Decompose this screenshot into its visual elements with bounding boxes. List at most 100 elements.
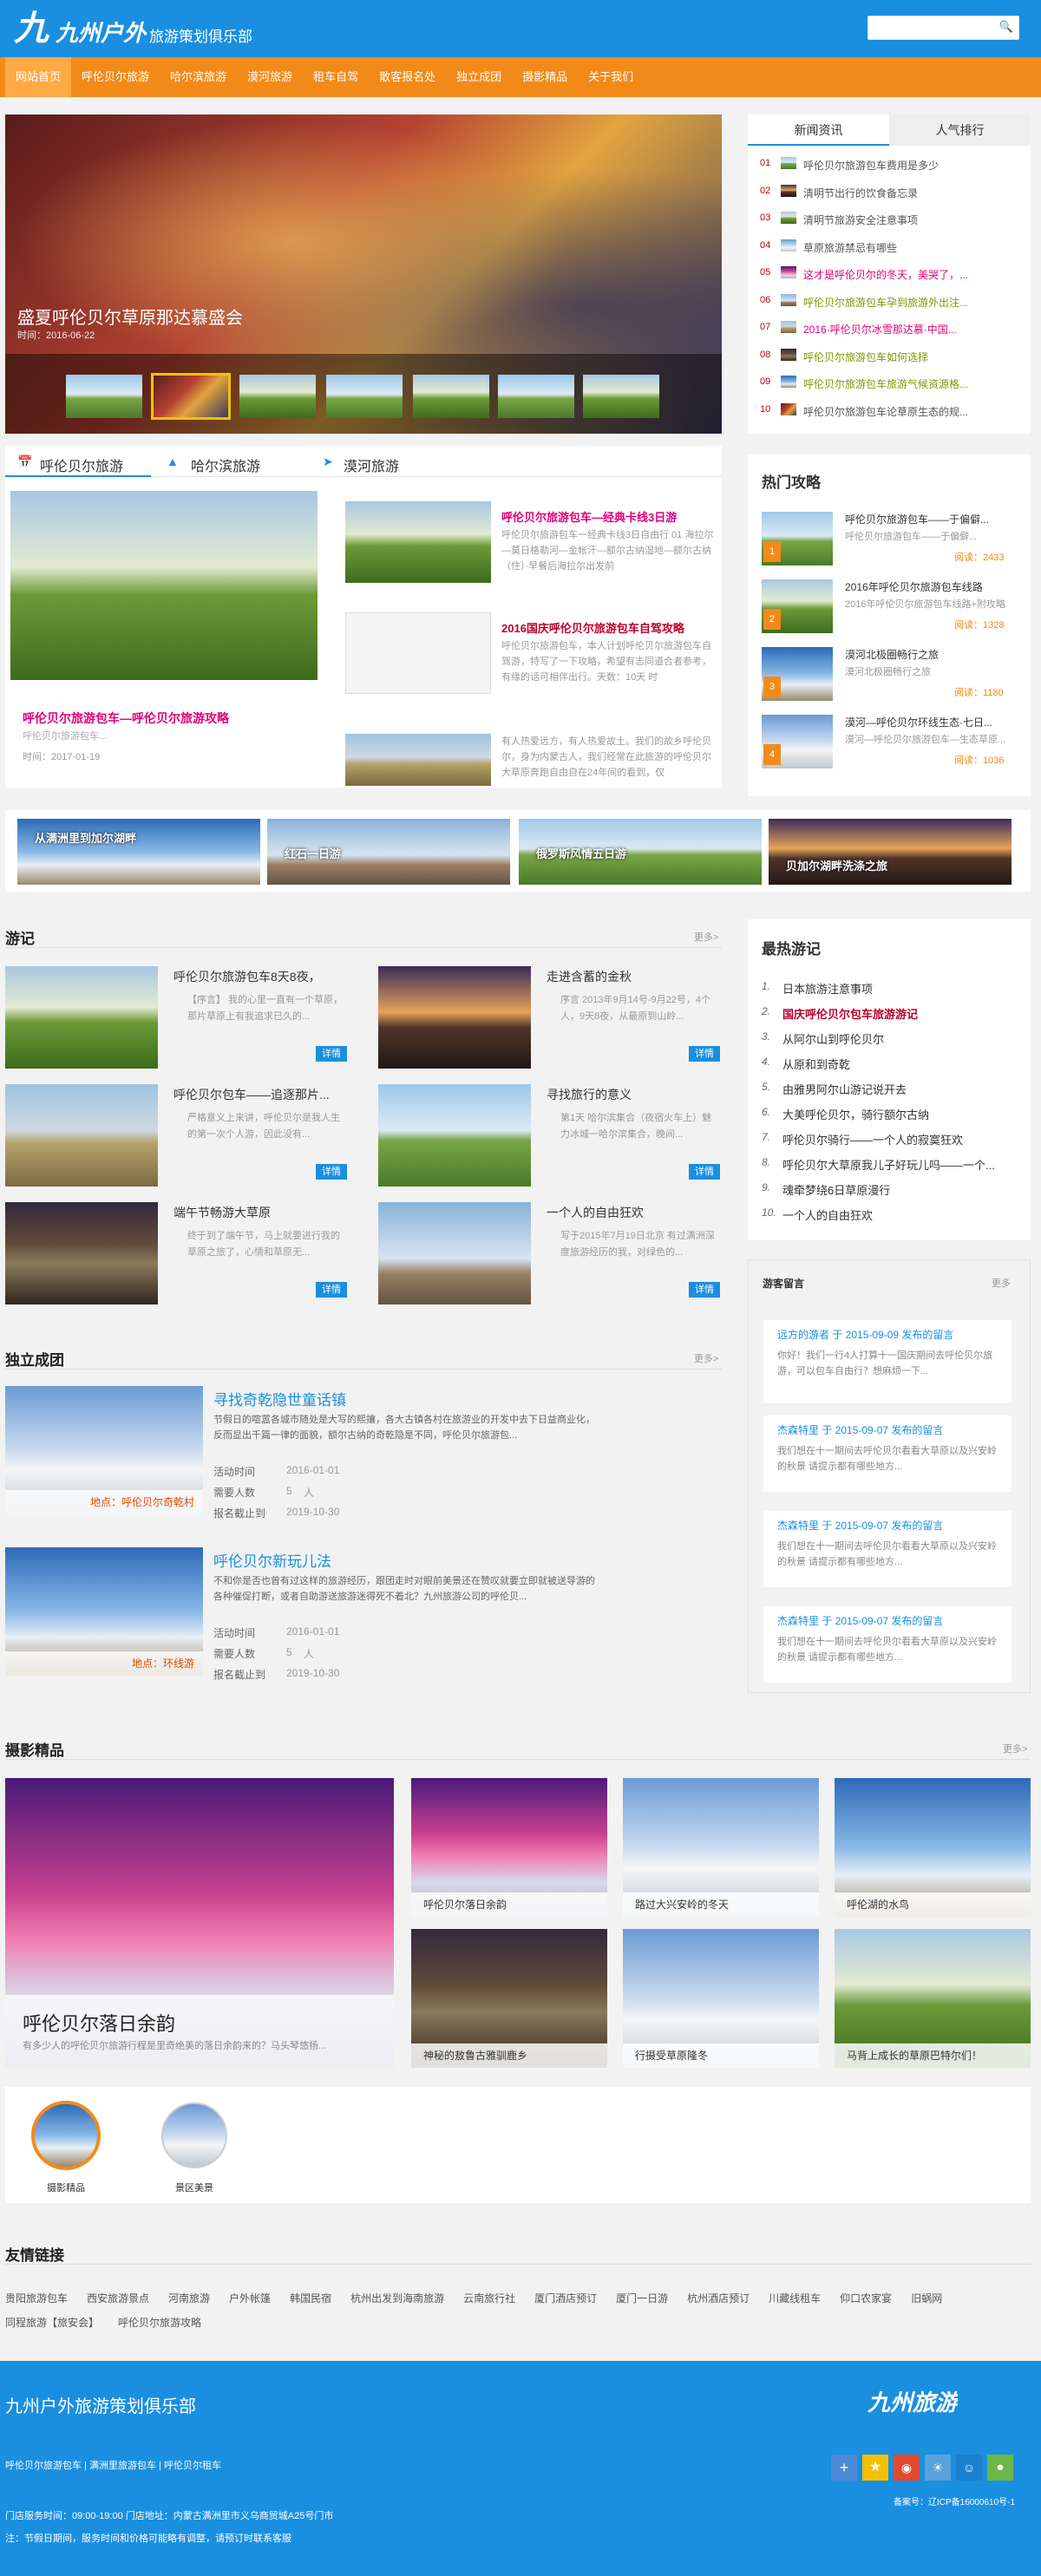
tour-thumb[interactable] xyxy=(345,734,491,786)
youji-item-title[interactable]: 寻找旅行的意义 xyxy=(547,1086,720,1103)
news-item[interactable]: 呼伦贝尔旅游包车如何选择 xyxy=(803,350,1025,364)
photo-caption[interactable]: 马背上成长的草原巴特尔们！ xyxy=(835,2043,1031,2068)
news-item[interactable]: 这才是呼伦贝尔的冬天，美哭了，... xyxy=(803,267,1025,282)
youji-item-title[interactable]: 走进含蓄的金秋 xyxy=(547,968,720,985)
photo-caption[interactable]: 呼伦湖的水鸟 xyxy=(835,1893,1031,1917)
youji-more[interactable]: 更多> xyxy=(694,930,718,944)
nav-car-rental[interactable]: 租车自驾 xyxy=(303,57,369,97)
search-icon[interactable]: 🔍 xyxy=(999,20,1013,34)
youji-item-title[interactable]: 一个人的自由狂欢 xyxy=(547,1204,720,1221)
tour-main-title[interactable]: 呼伦贝尔旅游包车—呼伦贝尔旅游攻略 xyxy=(23,709,229,727)
youji-image[interactable] xyxy=(378,966,531,1069)
hot-title[interactable]: 2016年呼伦贝尔旅游包车线路 xyxy=(845,579,1024,594)
detail-button[interactable]: 详情 xyxy=(689,1046,720,1062)
best-item[interactable]: 呼伦贝尔大草原我儿子好玩儿吗——一个... xyxy=(782,1156,1017,1173)
nav-hulunbuir[interactable]: 呼伦贝尔旅游 xyxy=(71,57,160,97)
detail-button[interactable]: 详情 xyxy=(316,1164,347,1180)
youji-image[interactable] xyxy=(378,1084,531,1187)
friend-link[interactable]: 云南旅行社 xyxy=(463,2286,515,2311)
share-renren-icon[interactable]: ☺ xyxy=(956,2455,982,2481)
photo-caption[interactable]: 呼伦贝尔落日余韵 xyxy=(411,1893,607,1917)
tab-ranking[interactable]: 人气排行 xyxy=(889,114,1031,146)
nav-signup[interactable]: 散客报名处 xyxy=(369,57,446,97)
best-item[interactable]: 由雅男阿尔山游记说开去 xyxy=(782,1081,1017,1097)
photo-caption[interactable]: 行摄受草原隆冬 xyxy=(623,2043,819,2068)
friend-link[interactable]: 杭州酒店预订 xyxy=(687,2286,750,2311)
slider-thumb[interactable] xyxy=(66,375,142,418)
best-item[interactable]: 大美呼伦贝尔，骑行额尔古纳 xyxy=(782,1106,1017,1122)
footer-links[interactable]: 呼伦贝尔旅游包车 | 满洲里旅游包车 | 呼伦贝尔租车 xyxy=(5,2458,221,2472)
message-head[interactable]: 杰森特里 于 2015-09-07 发布的留言 xyxy=(777,1422,1003,1437)
share-star-icon[interactable]: ★ xyxy=(862,2455,888,2481)
hot-title[interactable]: 漠河北极圈畅行之旅 xyxy=(845,647,1024,662)
youji-image[interactable] xyxy=(5,1084,158,1187)
slider-thumb[interactable] xyxy=(326,375,403,418)
detail-button[interactable]: 详情 xyxy=(316,1046,347,1062)
hero-slider[interactable]: 盛夏呼伦贝尔草原那达慕盛会 时间：2016-06-22 xyxy=(5,114,722,434)
tour-thumb[interactable] xyxy=(345,501,491,583)
news-item[interactable]: 呼伦贝尔旅游包车孕到旅游外出注... xyxy=(803,295,1025,310)
friend-link[interactable]: 河南旅游 xyxy=(168,2286,210,2311)
friend-link[interactable]: 仰口农家宴 xyxy=(840,2286,892,2311)
slider-thumb[interactable] xyxy=(413,375,489,418)
youji-item-title[interactable]: 端午节畅游大草原 xyxy=(174,1204,347,1221)
share-weibo-icon[interactable]: ◉ xyxy=(894,2455,920,2481)
photo-caption[interactable]: 路过大兴安岭的冬天 xyxy=(623,1893,819,1917)
message-head[interactable]: 杰森特里 于 2015-09-07 发布的留言 xyxy=(777,1518,1003,1533)
friend-link[interactable]: 韩国民宿 xyxy=(290,2286,331,2311)
news-item[interactable]: 清明节旅游安全注意事项 xyxy=(803,212,1025,227)
nav-group[interactable]: 独立成团 xyxy=(446,57,512,97)
hero-caption[interactable]: 盛夏呼伦贝尔草原那达慕盛会 xyxy=(17,304,243,329)
best-item[interactable]: 一个人的自由狂欢 xyxy=(782,1206,1017,1223)
friend-link[interactable]: 旧蜗网 xyxy=(911,2286,942,2311)
slider-thumb[interactable] xyxy=(498,375,574,418)
youji-image[interactable] xyxy=(378,1202,531,1304)
friend-link[interactable]: 贵阳旅游包车 xyxy=(5,2286,68,2311)
best-item[interactable]: 呼伦贝尔骑行——一个人的寂寞狂欢 xyxy=(782,1131,1017,1147)
friend-link[interactable]: 厦门一日游 xyxy=(616,2286,668,2311)
tuan-title[interactable]: 寻找奇乾隐世童话镇 xyxy=(213,1388,346,1409)
detail-button[interactable]: 详情 xyxy=(316,1282,347,1298)
youji-item-title[interactable]: 呼伦贝尔包车——追逐那片... xyxy=(174,1086,347,1103)
guestbook-more[interactable]: 更多 xyxy=(992,1276,1011,1290)
tour-tab-hulunbuir[interactable]: 呼伦贝尔旅游 xyxy=(40,454,123,475)
friend-link[interactable]: 厦门酒店预订 xyxy=(534,2286,597,2311)
banner-caption[interactable]: 贝加尔湖畔洗涤之旅 xyxy=(786,857,887,873)
slider-thumb-active[interactable] xyxy=(151,373,231,420)
icon-label[interactable]: 景区美景 xyxy=(160,2180,229,2194)
scenery-icon[interactable] xyxy=(161,2102,227,2168)
tour-tab-harbin[interactable]: 哈尔滨旅游 xyxy=(191,454,260,475)
nav-harbin[interactable]: 哈尔滨旅游 xyxy=(160,57,237,97)
friend-link[interactable]: 杭州出发到海南旅游 xyxy=(350,2286,444,2311)
friend-link[interactable]: 呼伦贝尔旅游攻略 xyxy=(118,2311,201,2335)
slider-thumb[interactable] xyxy=(239,375,316,418)
news-item[interactable]: 呼伦贝尔旅游包车旅游气候资源格... xyxy=(803,376,1025,391)
banner-caption[interactable]: 红石一日游 xyxy=(285,845,341,861)
banner-caption[interactable]: 俄罗斯风情五日游 xyxy=(536,845,626,861)
tour-thumb[interactable] xyxy=(345,612,491,694)
message-head[interactable]: 远方的游者 于 2015-09-09 发布的留言 xyxy=(777,1327,1003,1342)
news-item[interactable]: 草原旅游禁忌有哪些 xyxy=(803,240,1025,255)
icon-label[interactable]: 摄影精品 xyxy=(31,2180,101,2194)
photo-big[interactable]: 呼伦贝尔落日余韵 有多少人的呼伦贝尔旅游行程是里奇绝美的落日余韵来的？马头琴悠扬… xyxy=(5,1778,394,2068)
hot-title[interactable]: 漠河—呼伦贝尔环线生态·七日... xyxy=(845,715,1024,729)
tuan-title[interactable]: 呼伦贝尔新玩儿法 xyxy=(213,1549,331,1571)
search-box[interactable]: 🔍 xyxy=(868,16,1019,40)
news-item[interactable]: 呼伦贝尔旅游包车费用是多少 xyxy=(803,158,1025,173)
youji-image[interactable] xyxy=(5,1202,158,1304)
message-head[interactable]: 杰森特里 于 2015-09-07 发布的留言 xyxy=(777,1613,1003,1628)
tour-tab-mohe[interactable]: 漠河旅游 xyxy=(344,454,399,475)
nav-about[interactable]: 关于我们 xyxy=(578,57,644,97)
nav-mohe[interactable]: 漠河旅游 xyxy=(237,57,303,97)
youji-item-title[interactable]: 呼伦贝尔旅游包车8天8夜， xyxy=(174,968,347,985)
hot-title[interactable]: 呼伦贝尔旅游包车——于偏僻... xyxy=(845,512,1024,526)
news-item[interactable]: 2016·呼伦贝尔冰雪那达慕·中国... xyxy=(803,322,1025,337)
detail-button[interactable]: 详情 xyxy=(689,1282,720,1298)
photo-icon[interactable] xyxy=(31,2101,101,2170)
youji-image[interactable] xyxy=(5,966,158,1069)
photo-big-caption[interactable]: 呼伦贝尔落日余韵 xyxy=(23,2009,175,2037)
share-wechat-icon[interactable]: ⚫ xyxy=(987,2455,1013,2481)
tour-item-title[interactable]: 2016国庆呼伦贝尔旅游包车自驾攻略 xyxy=(501,619,718,636)
tuan-more[interactable]: 更多> xyxy=(694,1351,718,1365)
photo-caption[interactable]: 神秘的敖鲁古雅驯鹿乡 xyxy=(411,2043,607,2068)
